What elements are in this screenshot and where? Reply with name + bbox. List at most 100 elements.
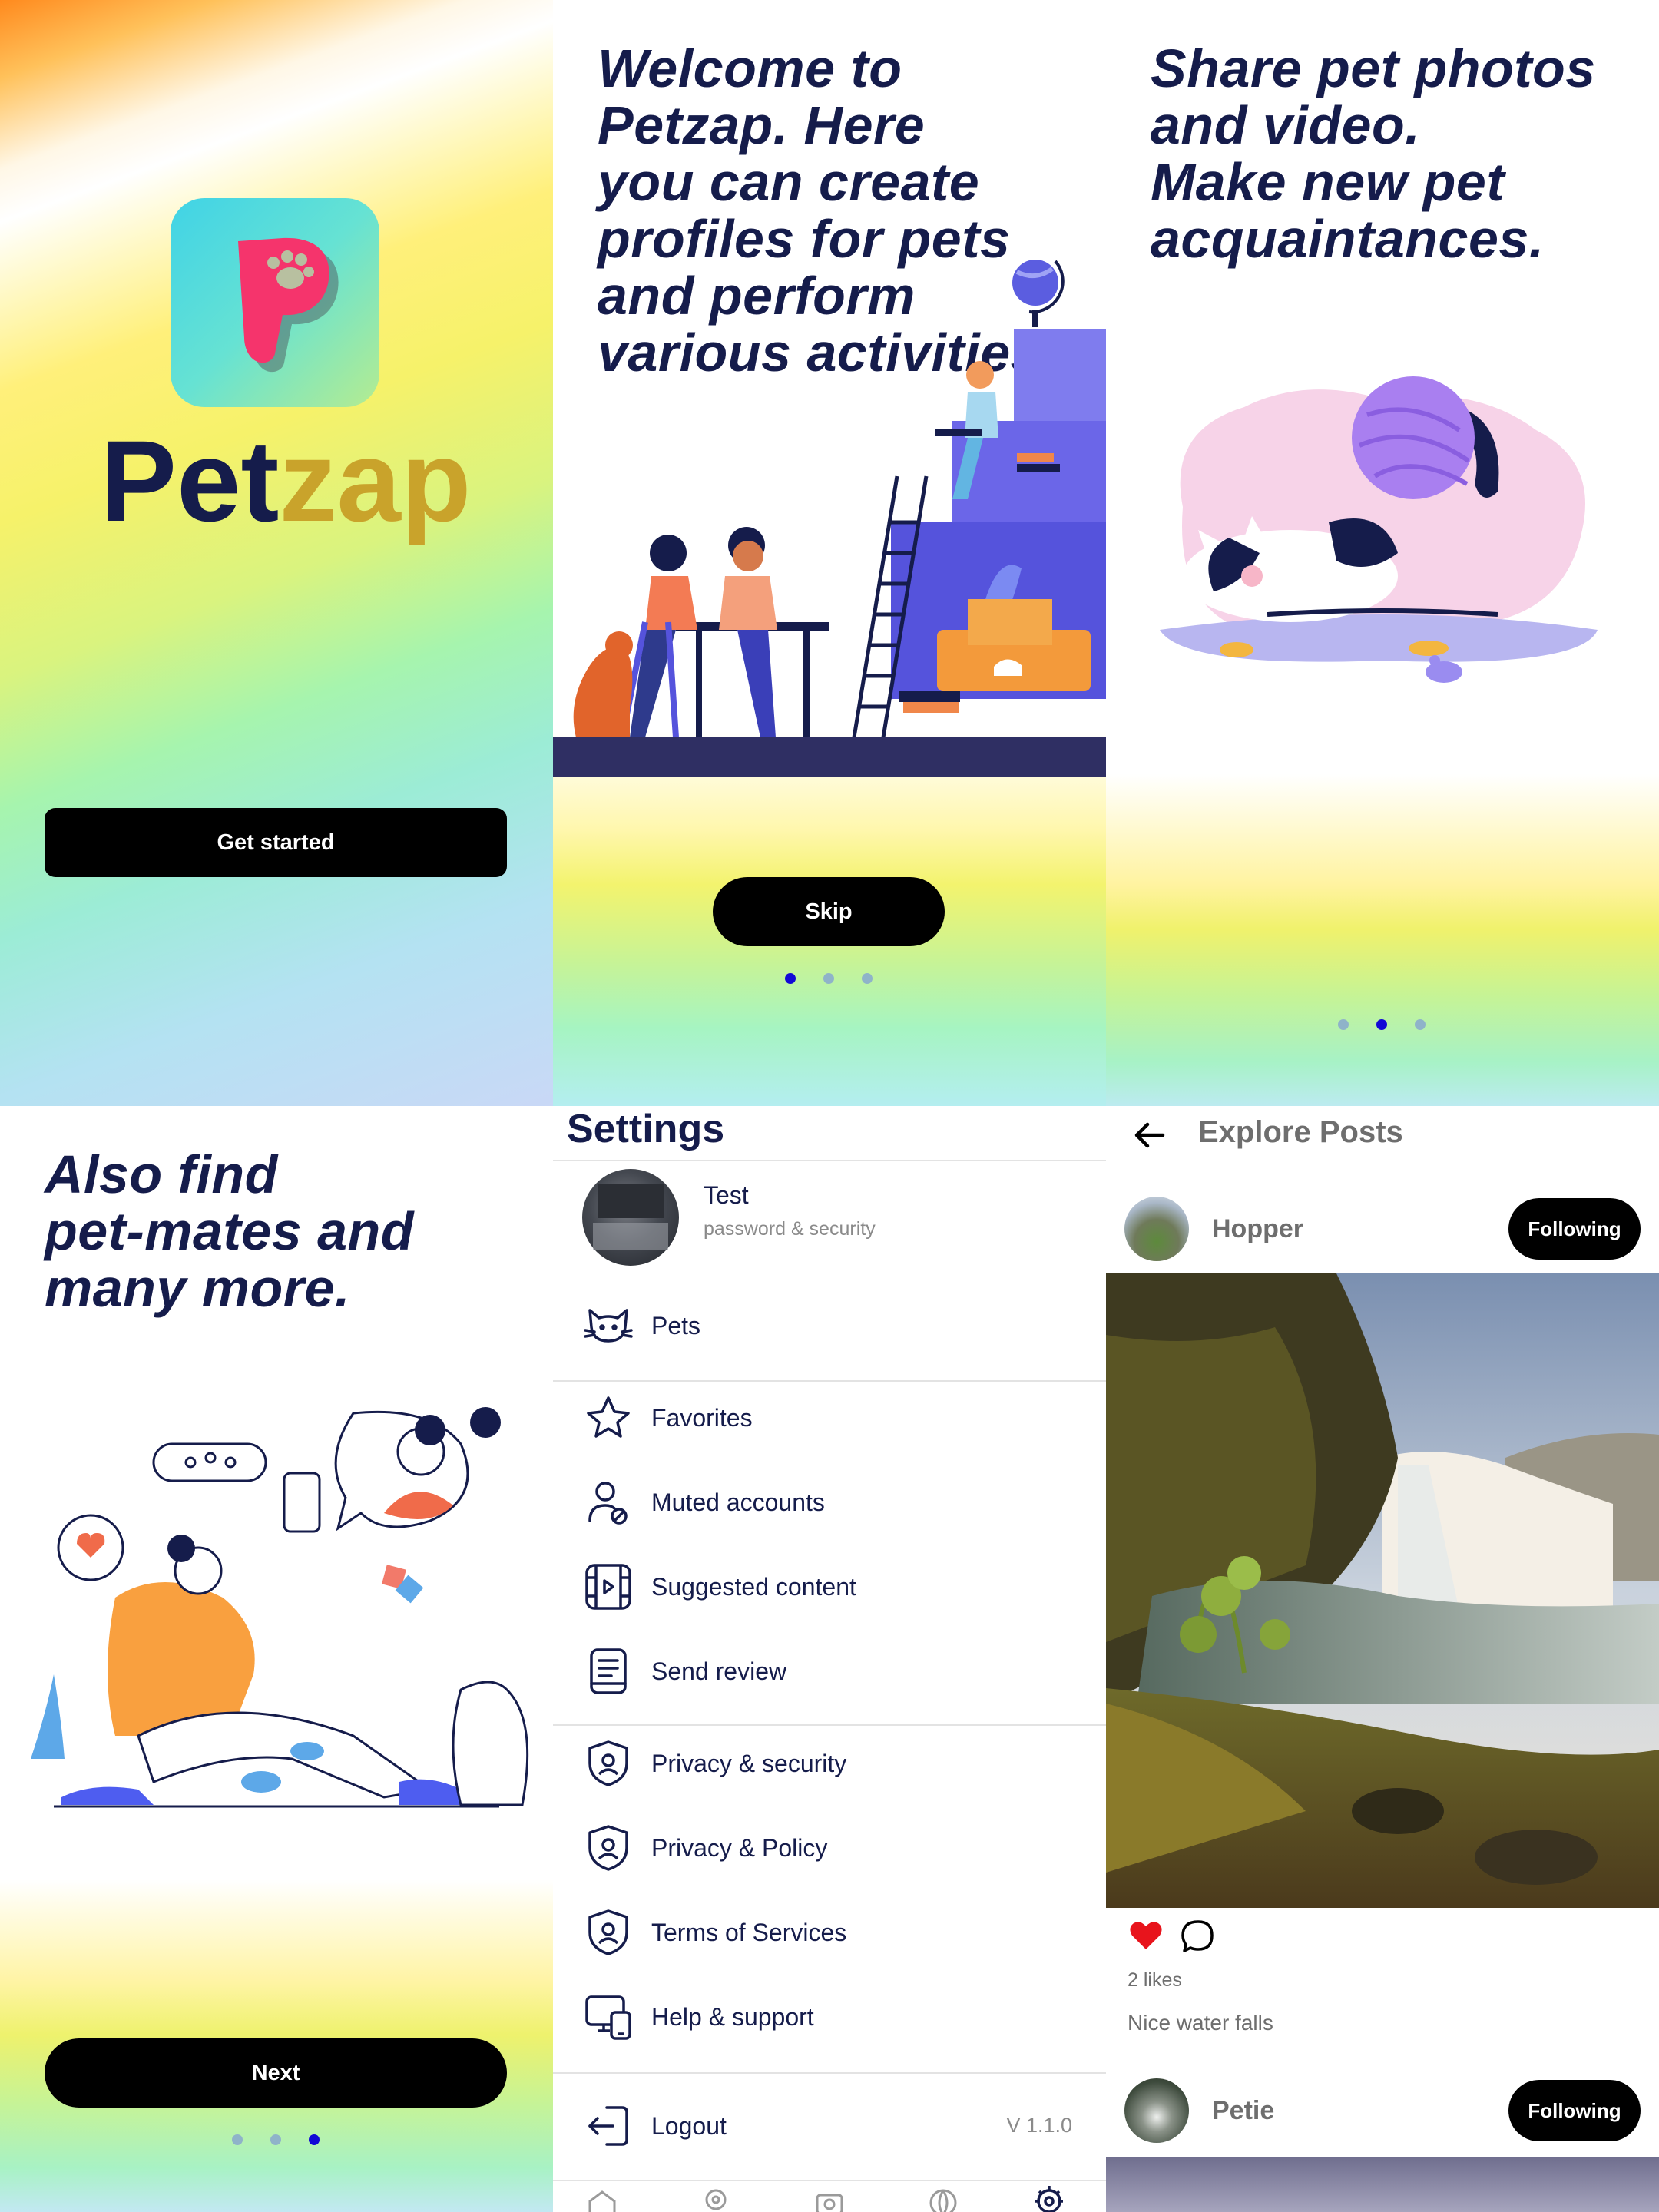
headline-line: Petzap. Here <box>598 95 926 155</box>
shield-user-icon <box>582 1906 634 1959</box>
pager-dot[interactable] <box>862 973 873 984</box>
menu-item-muted-accounts[interactable]: Muted accounts <box>582 1472 1074 1533</box>
settings-screen: Settings Test password & security Pets F… <box>553 1106 1106 2212</box>
headline-line: Also find <box>45 1144 278 1204</box>
following-button[interactable]: Following <box>1508 2080 1641 2141</box>
document-icon <box>582 1645 634 1697</box>
profile-nav-icon[interactable] <box>700 2187 731 2212</box>
divider <box>553 1160 1106 1161</box>
menu-item-help-support[interactable]: Help & support <box>582 1986 1074 2048</box>
profile-name: Test <box>704 1181 749 1209</box>
explore-screen: Explore Posts Hopper Following 2 likes N… <box>1106 1106 1659 2212</box>
menu-item-suggested-content[interactable]: Suggested content <box>582 1556 1074 1618</box>
headline-line: pet-mates and <box>45 1201 415 1261</box>
avatar[interactable] <box>1124 2078 1189 2143</box>
headline-line: Make new pet <box>1151 152 1505 212</box>
menu-item-terms-of-services[interactable]: Terms of Services <box>582 1902 1074 1963</box>
logout-icon <box>582 2100 634 2152</box>
menu-item-label: Privacy & Policy <box>651 1833 828 1862</box>
shield-user-icon <box>582 1737 634 1790</box>
pager-dots <box>785 973 873 984</box>
bottom-nav <box>553 2183 1106 2212</box>
version-label: V 1.1.0 <box>1006 2114 1072 2137</box>
page-title: Explore Posts <box>1198 1115 1403 1149</box>
get-started-button[interactable]: Get started <box>45 808 507 877</box>
app-logo <box>171 198 379 407</box>
divider <box>553 2180 1106 2181</box>
home-icon[interactable] <box>587 2190 618 2212</box>
pager-dot[interactable] <box>309 2134 320 2145</box>
globe-icon[interactable] <box>928 2187 959 2212</box>
onboarding-headline-3: Also find pet-mates and many more. <box>45 1146 414 1316</box>
menu-item-label: Privacy & security <box>651 1749 847 1777</box>
divider <box>553 1380 1106 1382</box>
post-username[interactable]: Hopper <box>1212 1214 1508 1244</box>
menu-item-label: Pets <box>651 1311 701 1339</box>
pager-dot[interactable] <box>270 2134 281 2145</box>
menu-item-label: Suggested content <box>651 1572 856 1601</box>
menu-item-label: Terms of Services <box>651 1918 847 1946</box>
post-header: Hopper Following <box>1124 1197 1641 1261</box>
splash-screen: Petzap Get started <box>0 0 553 1106</box>
pager-dot[interactable] <box>1376 1019 1387 1030</box>
onboarding-headline-2: Share pet photos and video. Make new pet… <box>1151 40 1596 267</box>
avatar <box>582 1169 679 1266</box>
brand-part-zap: zap <box>279 416 472 545</box>
star-icon <box>582 1392 634 1444</box>
menu-item-pets[interactable]: Pets <box>582 1295 1074 1356</box>
page-title: Settings <box>567 1107 725 1151</box>
comment-bubble-icon[interactable] <box>1180 1919 1217 1954</box>
pager-dot[interactable] <box>823 973 834 984</box>
like-heart-icon[interactable] <box>1129 1920 1163 1951</box>
muted-user-icon <box>582 1476 634 1528</box>
next-button[interactable]: Next <box>45 2038 507 2108</box>
headline-line: Share pet photos <box>1151 38 1596 98</box>
skip-button[interactable]: Skip <box>713 877 945 946</box>
pager-dot[interactable] <box>785 973 796 984</box>
menu-item-favorites[interactable]: Favorites <box>582 1387 1074 1449</box>
onboarding-screen-3: Also find pet-mates and many more. Next <box>0 1106 553 2212</box>
headline-line: and video. <box>1151 95 1421 155</box>
back-arrow-icon[interactable] <box>1132 1120 1166 1151</box>
cat-yarn-illustration <box>1160 376 1598 683</box>
pager-dots <box>1338 1019 1426 1030</box>
menu-item-label: Send review <box>651 1657 787 1685</box>
headline-line: you can create <box>598 152 980 212</box>
pager-dot[interactable] <box>1415 1019 1426 1030</box>
film-icon <box>582 1561 634 1613</box>
onboarding-screen-2: Share pet photos and video. Make new pet… <box>1106 0 1659 1106</box>
following-button[interactable]: Following <box>1508 1198 1641 1260</box>
onboarding-screen-1: Welcome to Petzap. Here you can create p… <box>553 0 1106 1106</box>
menu-item-label: Favorites <box>651 1403 753 1432</box>
logout-label: Logout <box>651 2111 727 2140</box>
settings-gear-icon[interactable] <box>1032 2184 1066 2212</box>
brand-part-pet: Pet <box>100 416 280 545</box>
post-caption: Nice water falls <box>1128 2011 1273 2035</box>
headline-line: Welcome to <box>598 38 902 98</box>
post-image[interactable] <box>1106 1273 1659 1908</box>
screens-collage: Petzap Get started Welcome to Petzap. He… <box>0 0 1659 2212</box>
menu-item-label: Help & support <box>651 2002 814 2031</box>
pager-dot[interactable] <box>1338 1019 1349 1030</box>
camera-icon[interactable] <box>814 2189 845 2212</box>
divider <box>553 2072 1106 2074</box>
devices-icon <box>582 1991 634 2043</box>
cat-icon <box>582 1300 634 1352</box>
likes-count[interactable]: 2 likes <box>1128 1969 1182 1992</box>
menu-item-privacy-policy[interactable]: Privacy & Policy <box>582 1817 1074 1879</box>
paw-p-icon <box>238 237 339 373</box>
headline-line: many more. <box>45 1258 350 1318</box>
post-username[interactable]: Petie <box>1212 2096 1508 2126</box>
divider <box>553 1724 1106 1726</box>
menu-item-send-review[interactable]: Send review <box>582 1641 1074 1702</box>
profile-subtitle: password & security <box>704 1218 876 1240</box>
post-image[interactable] <box>1106 2157 1659 2212</box>
headline-line: acquaintances. <box>1151 209 1545 269</box>
menu-item-privacy-security[interactable]: Privacy & security <box>582 1733 1074 1794</box>
pager-dots <box>232 2134 320 2145</box>
menu-item-label: Muted accounts <box>651 1488 825 1516</box>
avatar[interactable] <box>1124 1197 1189 1261</box>
logout-button[interactable]: Logout <box>582 2095 1074 2157</box>
shield-user-icon <box>582 1822 634 1874</box>
pager-dot[interactable] <box>232 2134 243 2145</box>
